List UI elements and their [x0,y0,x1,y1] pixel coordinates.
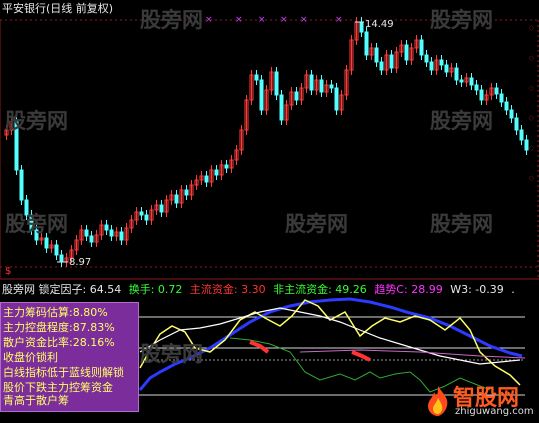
candle-body [214,169,219,176]
legend-row: 主力控盘程度:87.83% [3,321,115,334]
signal-marker: × [235,15,243,25]
candle-body [454,67,459,81]
watermark: 股旁网 [430,212,493,236]
candle-body [514,117,519,131]
candle-body [389,54,394,69]
candle-body [309,74,314,91]
legend-row: 散户资金比率:28.16% [3,336,115,349]
legend-panel: 主力筹码估算:8.80% 主力控盘程度:87.83% 散户资金比率:28.16%… [0,302,139,412]
candle-body [424,54,429,63]
legend-row: 主力筹码估算:8.80% [3,306,108,319]
candle-body [259,79,264,111]
signal-marker: × [300,15,308,25]
candle-body [174,194,179,204]
candle-body [104,224,109,231]
candle-body [494,87,499,95]
candle-body [469,77,474,86]
watermark: 股旁网 [140,342,203,366]
candle-body [119,231,124,241]
candle-body [54,244,59,256]
indicator-field: 换手: 0.72 [128,283,183,296]
candle-body [499,93,504,103]
candle-body [59,254,64,263]
axis-tick-mark: ◇ [529,114,535,122]
candle-body [89,235,94,243]
indicator-field: 非主流资金: 49.26 [273,283,367,296]
candle-body [379,61,384,71]
candle-body [439,59,444,66]
candle-body [144,214,149,221]
indicator-readout: 股旁网 锁定因子: 64.54 换手: 0.72 主流资金: 3.30 非主流资… [2,284,519,296]
candle-body [224,164,229,169]
candle-body [139,211,144,216]
flame-icon [428,386,448,416]
candle-body [319,79,324,93]
candle-body [429,61,434,71]
watermark: 股旁网 [5,212,68,236]
signal-marker: × [205,15,213,25]
indicator-name: 股旁网 锁定因子: 64.54 [2,283,122,296]
candle-body [334,87,339,111]
candle-body [19,169,24,201]
indicator-field: W3: -0.39 [450,283,504,296]
candle-body [204,175,209,183]
candle-body [44,237,49,249]
site-logo: 智股网 zhiguwang.com [425,380,535,420]
candle-body [524,139,529,151]
candle-body [159,204,164,213]
candle-body [459,79,464,83]
low-price-label: 8.97 [69,257,92,268]
candle-body [444,64,449,73]
candle-body [279,94,284,121]
currency-mark: $ [5,266,12,277]
candle-body [184,189,189,196]
candle-body [474,84,479,91]
axis-tick-mark: ◇ [529,54,535,62]
candle-body [364,31,369,56]
indicator-field: 趋势C: 28.99 [374,283,443,296]
signal-marker: × [280,15,288,25]
candle-body [509,109,514,119]
candle-body [504,101,509,111]
legend-row: 青高于散户筹 [3,394,69,407]
watermark: 股旁网 [140,8,203,32]
magenta-dash-line [299,349,526,359]
candle-body [254,74,259,81]
candle-body [294,91,299,101]
logo-subtitle: zhiguwang.com [455,406,534,417]
candle-body [519,129,524,141]
axis-tick-mark: ◇ [529,174,535,182]
candle-body [274,71,279,96]
legend-row: 收盘价锁利 [3,351,58,364]
candle-body [329,84,334,89]
watermark: 股旁网 [285,212,348,236]
candle-body [419,39,424,56]
watermark: 股旁网 [430,109,493,133]
candle-body [109,229,114,237]
candle-body [404,44,409,61]
red-segment [351,350,371,362]
chart-title: 平安银行(日线 前复权) [2,2,114,15]
candle-body [374,47,379,63]
watermark: 股旁网 [430,8,493,32]
legend-row: 白线指标低于蓝线则解锁 [3,366,124,379]
indicator-field: . [511,283,515,296]
watermark: 股旁网 [5,109,68,133]
candle-body [359,21,364,33]
high-price-label: 14.49 [365,19,394,30]
candle-body [84,229,89,237]
candle-body [479,89,484,101]
indicator-field: 主流资金: 3.30 [189,283,266,296]
legend-row: 股价下跌主力控筹资金 [3,381,113,394]
signal-marker: × [335,15,343,25]
signal-marker: × [258,15,266,25]
axis-tick-mark: ◇ [529,84,535,92]
axis-tick-mark: ◇ [529,24,535,32]
axis-tick-mark: ◇ [529,144,535,152]
